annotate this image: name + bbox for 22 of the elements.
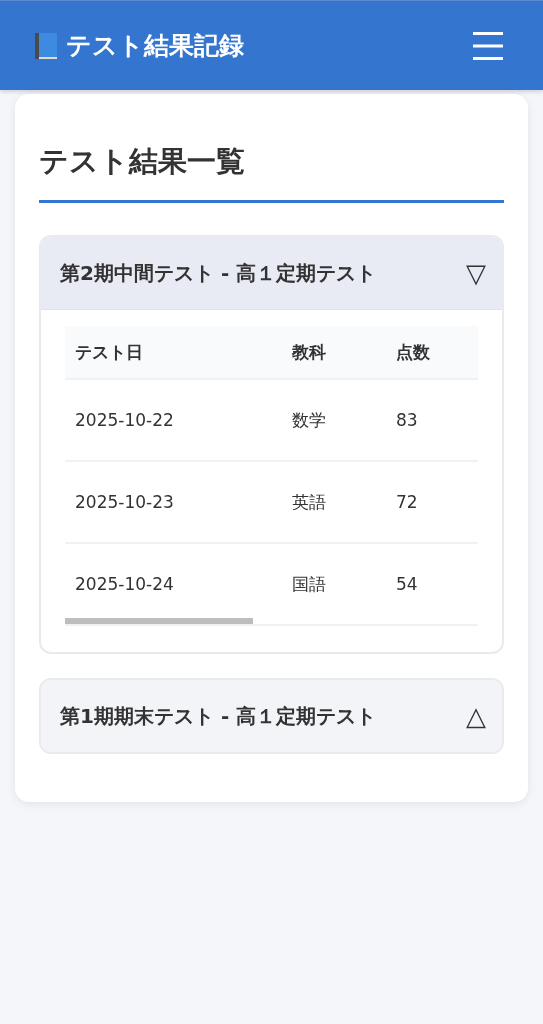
accordion-title: 第2期中間テスト - 高１定期テスト — [60, 259, 377, 287]
accordion-title: 第1期期末テスト - 高１定期テスト — [60, 702, 377, 730]
accordion-header[interactable]: 第2期中間テスト - 高１定期テスト ▽ — [41, 237, 502, 310]
book-icon — [34, 31, 58, 60]
table-cell: 83 — [386, 379, 478, 461]
column-header: テスト日 — [65, 326, 282, 379]
table-cell: 72 — [386, 461, 478, 543]
table-cell: 英語 — [282, 461, 386, 543]
table-cell: 2025-10-22 — [65, 379, 282, 461]
accordion-header[interactable]: 第1期期末テスト - 高１定期テスト △ — [41, 680, 502, 752]
scrollbar-thumb[interactable] — [65, 618, 253, 624]
table-cell: 国語 — [282, 543, 386, 625]
table-cell: 54 — [386, 543, 478, 625]
page-title: テスト結果一覧 — [39, 142, 504, 203]
column-header: 教科 — [282, 326, 386, 379]
table-cell: 数学 — [282, 379, 386, 461]
menu-icon[interactable] — [473, 31, 503, 60]
toggle-arrow[interactable]: ▽ — [466, 258, 486, 288]
app-title: テスト結果記録 — [66, 30, 244, 62]
toggle-arrow[interactable]: △ — [466, 701, 486, 731]
column-header: 点数 — [386, 326, 478, 379]
table-cell: 2025-10-23 — [65, 461, 282, 543]
